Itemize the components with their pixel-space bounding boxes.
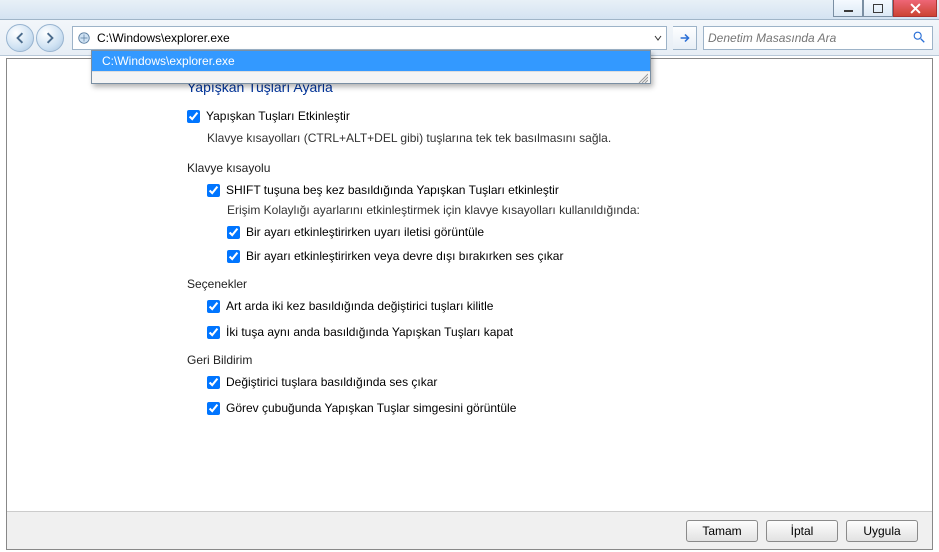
close-button[interactable] [893,0,937,17]
sound-on-toggle-checkbox[interactable] [227,250,240,263]
feedback-section-label: Geri Bildirim [187,353,902,367]
taskbar-icon-row: Görev çubuğunda Yapışkan Tuşlar simgesin… [207,401,902,415]
content-area: Yapışkan Tuşları Ayarla Yapışkan Tuşları… [7,59,932,511]
apply-button[interactable]: Uygula [846,520,918,542]
sound-on-modifier-checkbox[interactable] [207,376,220,389]
enable-sticky-row: Yapışkan Tuşları Etkinleştir [187,109,902,123]
suggestion-resize-grip[interactable] [92,71,650,83]
enable-sticky-description: Klavye kısayolları (CTRL+ALT+DEL gibi) t… [207,131,902,145]
search-box [703,26,933,50]
shortcut-section-label: Klavye kısayolu [187,161,902,175]
ok-button[interactable]: Tamam [686,520,758,542]
lock-modifier-label: Art arda iki kez basıldığında değiştiric… [226,299,493,313]
taskbar-icon-checkbox[interactable] [207,402,220,415]
shift5-label: SHIFT tuşuna beş kez basıldığında Yapışk… [226,183,559,197]
shortcut-description: Erişim Kolaylığı ayarlarını etkinleştirm… [227,203,902,217]
sound-on-modifier-row: Değiştirici tuşlara basıldığında ses çık… [207,375,902,389]
search-icon [912,30,928,46]
warn-on-enable-row: Bir ayarı etkinleştirirken uyarı iletisi… [227,225,902,239]
lock-modifier-row: Art arda iki kez basıldığında değiştiric… [207,299,902,313]
navigation-bar: C:\Windows\explorer.exe [0,20,939,56]
nav-buttons [6,24,66,52]
go-button[interactable] [673,26,697,50]
address-suggestions: C:\Windows\explorer.exe [91,50,651,84]
options-section-label: Seçenekler [187,277,902,291]
two-keys-off-label: İki tuşa aynı anda basıldığında Yapışkan… [226,325,513,339]
back-button[interactable] [6,24,34,52]
forward-button[interactable] [36,24,64,52]
address-bar: C:\Windows\explorer.exe [72,26,667,50]
sound-on-toggle-label: Bir ayarı etkinleştirirken veya devre dı… [246,249,563,263]
button-bar: Tamam İptal Uygula [7,511,932,549]
sound-on-toggle-row: Bir ayarı etkinleştirirken veya devre dı… [227,249,902,263]
taskbar-icon-label: Görev çubuğunda Yapışkan Tuşlar simgesin… [226,401,516,415]
lock-modifier-checkbox[interactable] [207,300,220,313]
window-controls [833,0,937,17]
content-frame: Yapışkan Tuşları Ayarla Yapışkan Tuşları… [6,58,933,550]
two-keys-off-row: İki tuşa aynı anda basıldığında Yapışkan… [207,325,902,339]
address-input[interactable] [95,27,650,49]
warn-on-enable-checkbox[interactable] [227,226,240,239]
maximize-button[interactable] [863,0,893,17]
cancel-button[interactable]: İptal [766,520,838,542]
search-input[interactable] [708,31,912,45]
two-keys-off-checkbox[interactable] [207,326,220,339]
address-dropdown-button[interactable] [650,27,666,49]
shift5-checkbox[interactable] [207,184,220,197]
title-bar [0,0,939,20]
warn-on-enable-label: Bir ayarı etkinleştirirken uyarı iletisi… [246,225,484,239]
enable-sticky-label: Yapışkan Tuşları Etkinleştir [206,109,350,123]
minimize-button[interactable] [833,0,863,17]
enable-sticky-checkbox[interactable] [187,110,200,123]
address-suggestion-item[interactable]: C:\Windows\explorer.exe [92,51,650,71]
shift5-row: SHIFT tuşuna beş kez basıldığında Yapışk… [207,183,902,197]
sound-on-modifier-label: Değiştirici tuşlara basıldığında ses çık… [226,375,437,389]
address-icon [76,30,92,46]
